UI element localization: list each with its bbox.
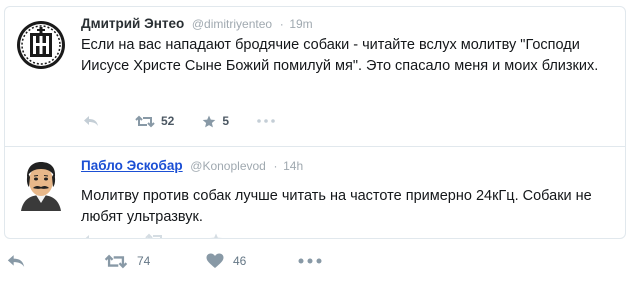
heart-icon xyxy=(206,253,224,268)
retweet-count: 52 xyxy=(161,114,175,128)
retweet-button[interactable] xyxy=(145,233,165,238)
quoted-tweet-card: Дмитрий Энтео @dimitriyenteo · 19m Если … xyxy=(4,6,626,239)
star-icon xyxy=(209,233,223,238)
reply-icon xyxy=(85,234,93,238)
reply-button[interactable] xyxy=(83,115,99,127)
retweet-icon xyxy=(104,254,128,268)
tweet-time[interactable]: 19m xyxy=(289,17,312,31)
separator-dot: · xyxy=(273,159,278,173)
like-button[interactable]: 46 xyxy=(206,253,298,269)
tweet-text: Если на вас нападают бродячие собаки - ч… xyxy=(81,37,599,74)
more-dots-icon xyxy=(264,237,280,238)
tweet-header: Дмитрий Энтео @dimitriyenteo · 19m xyxy=(81,16,313,31)
reply-icon xyxy=(7,255,25,267)
tweet-actions-cropped xyxy=(83,233,309,238)
more-dots-icon xyxy=(257,119,275,123)
tweet-actions: 52 5 xyxy=(83,114,303,128)
star-icon xyxy=(203,115,216,127)
author-name[interactable]: Дмитрий Энтео xyxy=(81,16,184,31)
reply-button[interactable] xyxy=(6,254,104,268)
mustached-man-avatar-icon[interactable] xyxy=(15,159,67,211)
reply-icon xyxy=(84,116,98,126)
author-name[interactable]: Пабло Эскобар xyxy=(81,158,183,173)
more-button[interactable] xyxy=(263,237,281,238)
retweet-button[interactable]: 74 xyxy=(104,254,206,269)
retweet-icon xyxy=(135,115,155,127)
favorite-count: 5 xyxy=(222,114,230,128)
author-handle[interactable]: @Konoplevod xyxy=(190,159,266,173)
orthodox-seal-avatar-icon[interactable] xyxy=(15,19,67,71)
tweet-time[interactable]: 14h xyxy=(283,159,303,173)
retweet-count: 74 xyxy=(137,254,151,268)
more-button[interactable] xyxy=(257,119,275,123)
tweet-text: Молитву против собак лучше читать на час… xyxy=(81,188,592,225)
tweet-dmitriy[interactable]: Дмитрий Энтео @dimitriyenteo · 19m Если … xyxy=(5,7,625,146)
author-handle[interactable]: @dimitriyenteo xyxy=(192,17,272,31)
more-dots-icon xyxy=(298,258,322,264)
main-tweet-actions: 74 46 xyxy=(6,253,322,269)
reply-button[interactable] xyxy=(83,234,99,238)
retweet-button[interactable]: 52 xyxy=(135,114,174,128)
tweet-pablo[interactable]: Пабло Эскобар @Konoplevod · 14h Молитву … xyxy=(5,146,625,238)
favorite-button[interactable] xyxy=(209,233,223,238)
separator-dot: · xyxy=(279,17,284,31)
tweet-header: Пабло Эскобар @Konoplevod · 14h xyxy=(81,158,303,173)
more-button[interactable] xyxy=(298,258,322,264)
retweet-icon xyxy=(145,233,162,238)
favorite-button[interactable]: 5 xyxy=(202,114,229,128)
like-count: 46 xyxy=(233,254,247,268)
